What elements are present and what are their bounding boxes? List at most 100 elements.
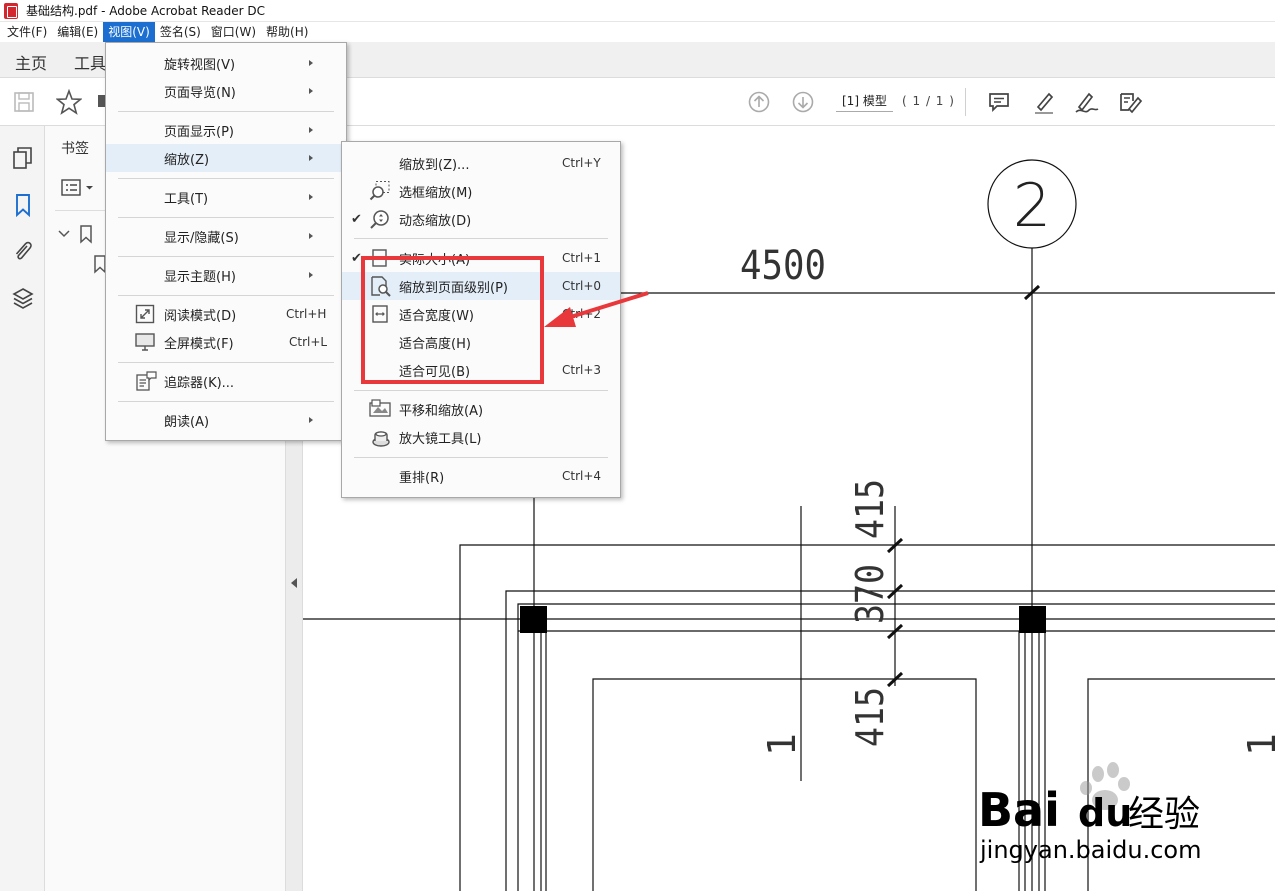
- menu-window[interactable]: 窗口(W): [206, 22, 261, 42]
- menu-edit[interactable]: 编辑(E): [52, 22, 103, 42]
- menu-item-label: 工具(T): [164, 191, 209, 207]
- annotation-highlight-box: [361, 256, 544, 384]
- dimension-4500: 4500: [740, 243, 826, 289]
- side-mark-left: 1: [760, 733, 804, 756]
- menu-separator: [118, 217, 334, 218]
- save-icon[interactable]: [12, 90, 36, 114]
- column-left: [520, 606, 547, 633]
- menu-separator: [354, 457, 608, 458]
- dimension-370: 370: [848, 564, 892, 624]
- bookmark-expand-chevron-icon[interactable]: [57, 224, 105, 244]
- dynamic-zoom-icon: [370, 210, 389, 229]
- menu-item-label: 缩放到(Z)...: [399, 157, 470, 173]
- menu-item-show-hide[interactable]: 显示/隐藏(S): [106, 222, 346, 250]
- page-down-icon[interactable]: [791, 90, 815, 114]
- menu-item-dynamic-zoom[interactable]: ✔ 动态缩放(D): [342, 205, 620, 233]
- bookmark-panel-icon[interactable]: [11, 192, 35, 218]
- page-thumbnails-icon[interactable]: [11, 146, 35, 172]
- menu-item-label: 显示主题(H): [164, 269, 236, 285]
- side-mark-right: 1: [1240, 733, 1275, 756]
- menu-item-display-theme[interactable]: 显示主题(H): [106, 261, 346, 289]
- watermark-url: jingyan.baidu.com: [979, 836, 1201, 864]
- window-title: 基础结构.pdf - Adobe Acrobat Reader DC: [26, 4, 266, 18]
- highlight-icon[interactable]: [1031, 89, 1057, 115]
- page-number-field[interactable]: [1] 模型: [836, 92, 893, 112]
- menu-item-read-mode[interactable]: 阅读模式(D) Ctrl+H: [106, 300, 346, 328]
- menu-item-zoom-to[interactable]: 缩放到(Z)... Ctrl+Y: [342, 149, 620, 177]
- toolbar-divider: [965, 88, 966, 116]
- menu-item-label: 平移和缩放(A): [399, 403, 484, 419]
- pan-zoom-icon: [369, 399, 391, 417]
- comment-icon[interactable]: [987, 90, 1011, 114]
- annotation-arrow-icon: [544, 291, 649, 327]
- menu-item-shortcut: Ctrl+Y: [562, 156, 601, 170]
- menu-item-tracker[interactable]: 追踪器(K)...: [106, 367, 346, 395]
- bookmarks-title: 书签: [61, 141, 89, 157]
- dimension-415-bottom: 415: [848, 687, 892, 747]
- menu-item-label: 阅读模式(D): [164, 308, 237, 324]
- tab-tools[interactable]: 工具: [74, 50, 106, 74]
- menu-separator: [118, 362, 334, 363]
- menu-item-read-aloud[interactable]: 朗读(A): [106, 406, 346, 434]
- menu-item-pan-and-zoom[interactable]: 平移和缩放(A): [342, 395, 620, 423]
- menu-item-page-display[interactable]: 页面显示(P): [106, 116, 346, 144]
- menu-separator: [118, 256, 334, 257]
- attachment-icon[interactable]: [11, 238, 35, 264]
- menu-item-zoom[interactable]: 缩放(Z): [106, 144, 346, 172]
- menu-item-full-screen[interactable]: 全屏模式(F) Ctrl+L: [106, 328, 346, 356]
- menu-item-label: 全屏模式(F): [164, 336, 234, 352]
- menu-item-shortcut: Ctrl+4: [562, 469, 602, 483]
- column-right: [1019, 606, 1046, 633]
- watermark-brand-du: du: [1078, 791, 1132, 835]
- menu-item-shortcut: Ctrl+1: [562, 251, 602, 265]
- submenu-arrow-icon: [309, 88, 313, 94]
- menu-item-label: 动态缩放(D): [399, 213, 472, 229]
- menu-separator: [118, 401, 334, 402]
- fill-sign-icon[interactable]: [1117, 89, 1145, 115]
- menu-item-page-navigation[interactable]: 页面导览(N): [106, 77, 346, 105]
- sign-icon[interactable]: [1073, 89, 1101, 115]
- menu-bar: 文件(F) 编辑(E) 视图(V) 签名(S) 窗口(W) 帮助(H): [0, 22, 1275, 42]
- menu-item-label: 放大镜工具(L): [399, 431, 482, 447]
- grid-bubble-label: 2: [1013, 171, 1051, 241]
- marquee-zoom-icon: [369, 181, 390, 201]
- star-icon[interactable]: [56, 89, 82, 115]
- fullscreen-icon: [135, 333, 155, 351]
- menu-help[interactable]: 帮助(H): [261, 22, 313, 42]
- menu-item-reflow[interactable]: 重排(R) Ctrl+4: [342, 462, 620, 490]
- tab-home[interactable]: 主页: [15, 50, 47, 74]
- submenu-arrow-icon: [309, 417, 313, 423]
- menu-item-tools[interactable]: 工具(T): [106, 183, 346, 211]
- checkmark-icon: ✔: [351, 211, 362, 227]
- submenu-arrow-icon: [309, 155, 313, 161]
- menu-item-rotate-view[interactable]: 旋转视图(V): [106, 49, 346, 77]
- baidu-jingyan-watermark: Bai du 经验 jingyan.baidu.com: [978, 762, 1201, 864]
- page-up-icon[interactable]: [747, 90, 771, 114]
- menu-item-label: 重排(R): [399, 470, 445, 486]
- submenu-arrow-icon: [309, 60, 313, 66]
- menu-item-loupe-tool[interactable]: 放大镜工具(L): [342, 423, 620, 451]
- loupe-icon: [372, 431, 390, 447]
- page-count: ( 1 / 1 ): [902, 94, 955, 108]
- menu-file[interactable]: 文件(F): [2, 22, 52, 42]
- submenu-arrow-icon: [309, 127, 313, 133]
- collapse-arrow-icon[interactable]: [291, 578, 297, 588]
- menu-separator: [354, 238, 608, 239]
- menu-item-label: 选框缩放(M): [399, 185, 473, 201]
- menu-separator: [354, 390, 608, 391]
- submenu-arrow-icon: [309, 272, 313, 278]
- menu-item-marquee-zoom[interactable]: 选框缩放(M): [342, 177, 620, 205]
- watermark-jingyan: 经验: [1128, 794, 1200, 835]
- title-bar: 基础结构.pdf - Adobe Acrobat Reader DC: [0, 0, 1275, 22]
- submenu-arrow-icon: [309, 233, 313, 239]
- menu-item-label: 朗读(A): [164, 414, 210, 430]
- menu-view[interactable]: 视图(V): [103, 22, 155, 42]
- menu-item-label: 页面显示(P): [164, 124, 234, 140]
- menu-item-label: 页面导览(N): [164, 85, 236, 101]
- layers-icon[interactable]: [11, 286, 35, 312]
- menu-item-label: 显示/隐藏(S): [164, 230, 239, 246]
- menu-item-shortcut: Ctrl+H: [286, 307, 327, 321]
- menu-sign[interactable]: 签名(S): [155, 22, 206, 42]
- watermark-brand: Bai: [978, 783, 1060, 837]
- bookmark-options-button[interactable]: [61, 178, 97, 198]
